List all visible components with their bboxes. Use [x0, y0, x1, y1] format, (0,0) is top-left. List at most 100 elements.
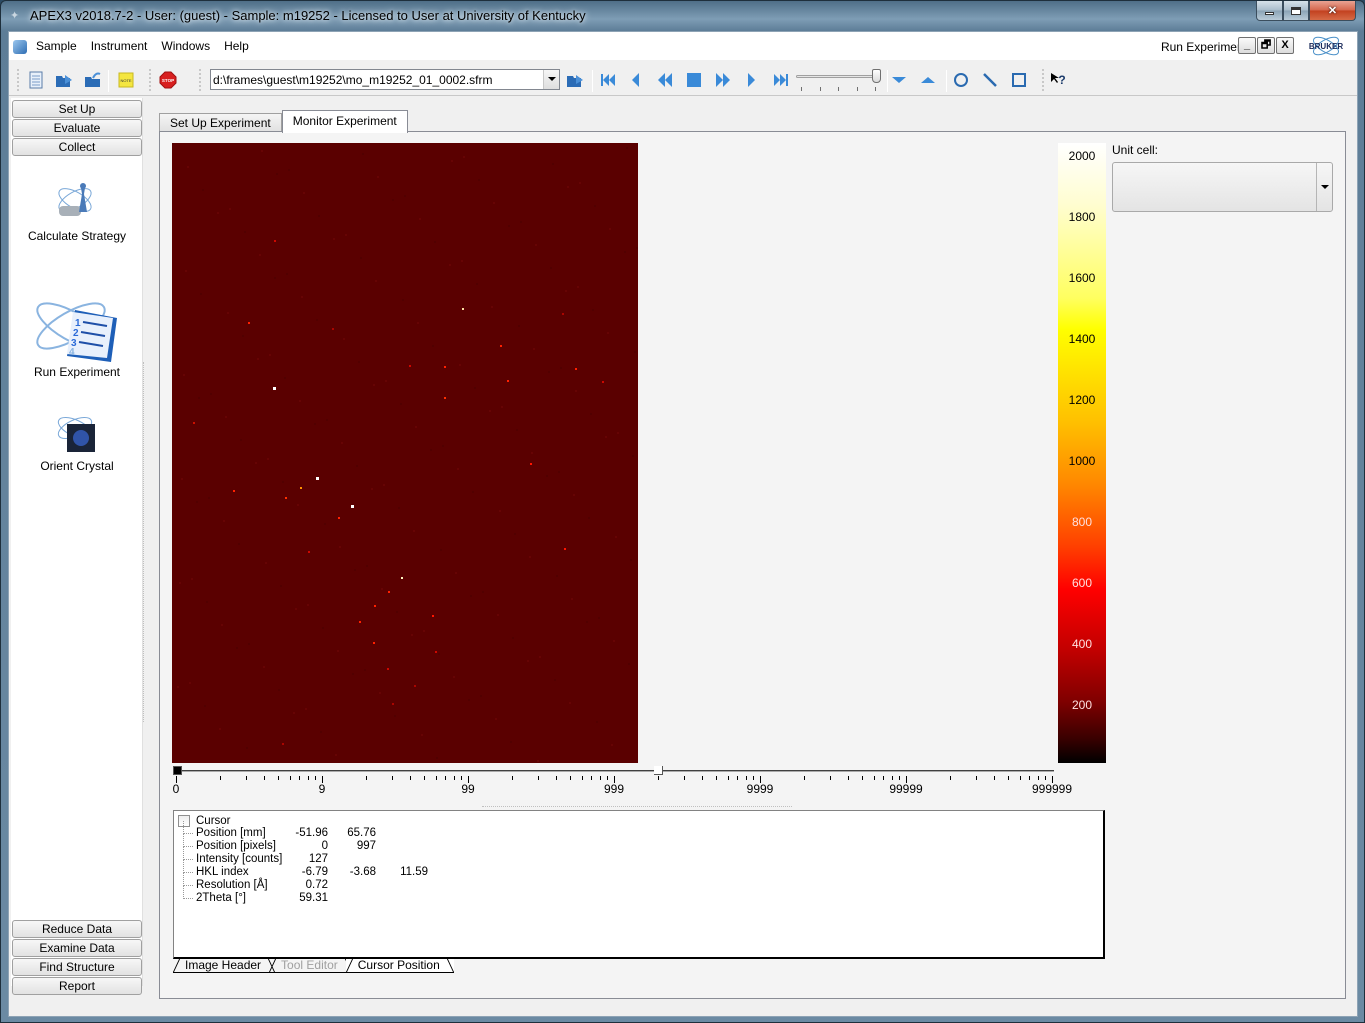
cursor-tree-row[interactable]: Intensity [counts] 127 [178, 847, 428, 866]
tool-run-experiment[interactable]: 1 2 3 4 Run Experiment [11, 288, 143, 379]
background-noise-pixel [246, 747, 248, 749]
background-noise-pixel [341, 442, 343, 444]
menu-instrument[interactable]: Instrument [84, 39, 155, 53]
window-maximize-button[interactable] [1283, 1, 1309, 21]
cursor-tree-row[interactable]: 2Theta [°] 59.31 [178, 886, 428, 905]
unit-cell-dropdown-button[interactable] [1316, 163, 1332, 211]
nav-find-structure-button[interactable]: Find Structure [12, 958, 142, 976]
background-noise-pixel [626, 147, 628, 149]
nav-report-button[interactable]: Report [12, 977, 142, 995]
rewind-icon[interactable] [656, 71, 674, 89]
open-recent-folder-icon[interactable] [84, 71, 102, 89]
previous-frame-icon[interactable] [627, 71, 645, 89]
nav-evaluate-button[interactable]: Evaluate [12, 119, 142, 137]
first-frame-icon[interactable] [599, 71, 617, 89]
cursor-checkbox[interactable] [178, 814, 190, 827]
tab-set-up-experiment[interactable]: Set Up Experiment [159, 113, 282, 132]
background-noise-pixel [295, 608, 297, 610]
nav-examine-data-button[interactable]: Examine Data [12, 939, 142, 957]
cursor-field-value: 0.72 [305, 879, 328, 891]
frame-path-combobox[interactable] [210, 69, 560, 90]
window-close-button[interactable]: ✕ [1309, 1, 1356, 21]
decrease-icon[interactable] [890, 71, 908, 89]
menu-help[interactable]: Help [217, 39, 256, 53]
diffraction-spot [332, 328, 334, 330]
toolbar-separator [592, 70, 593, 92]
next-frame-icon[interactable] [743, 71, 761, 89]
nav-set-up-button[interactable]: Set Up [12, 100, 142, 118]
mdi-minimize-button[interactable]: _ [1238, 37, 1256, 54]
circle-tool-icon[interactable] [952, 71, 970, 89]
maximize-icon [1291, 6, 1301, 15]
stop-icon[interactable]: STOP [159, 71, 177, 89]
background-noise-pixel [293, 712, 295, 714]
nav-reduce-data-button[interactable]: Reduce Data [12, 920, 142, 938]
toolbar-grip[interactable] [199, 69, 202, 91]
background-noise-pixel [590, 413, 592, 415]
cursor-tree-row[interactable]: HKL index -6.79 -3.68 11.59 [178, 860, 428, 879]
monitor-experiment-content: 2000 1800 1600 1400 1200 1000 800 600 400 200 Uni… [159, 131, 1346, 999]
toolbar-grip[interactable] [1042, 69, 1045, 91]
tab-monitor-experiment[interactable]: Monitor Experiment [281, 110, 408, 133]
note-icon[interactable]: NOTE [117, 71, 135, 89]
background-noise-pixel [280, 585, 282, 587]
frame-path-dropdown-button[interactable] [543, 70, 559, 89]
background-noise-pixel [326, 419, 328, 421]
tab-image-header[interactable]: Image Header [173, 959, 276, 973]
background-noise-pixel [394, 715, 396, 717]
stop-playback-icon[interactable] [685, 71, 703, 89]
background-noise-pixel [548, 371, 550, 373]
frame-slider-track[interactable] [796, 75, 876, 78]
scale-max-handle[interactable] [654, 766, 663, 775]
cursor-tree-row[interactable]: Resolution [Å] 0.72 [178, 873, 428, 892]
scale-minor-tick [829, 776, 831, 780]
last-frame-icon[interactable] [772, 71, 790, 89]
open-folder-icon[interactable] [55, 71, 73, 89]
mdi-close-button[interactable]: X [1276, 37, 1294, 54]
background-noise-pixel [402, 299, 404, 301]
tab-cursor-position[interactable]: Cursor Position [345, 959, 454, 973]
increase-icon[interactable] [919, 71, 937, 89]
system-menu-icon[interactable] [13, 40, 27, 54]
background-noise-pixel [432, 345, 434, 347]
tool-orient-crystal[interactable]: Orient Crystal [11, 408, 143, 473]
diffraction-spot [273, 387, 276, 390]
new-document-icon[interactable] [27, 71, 45, 89]
diffraction-frame-image[interactable] [172, 143, 638, 763]
scale-min-handle[interactable] [173, 766, 182, 775]
menu-sample[interactable]: Sample [29, 39, 84, 53]
scale-track[interactable] [178, 770, 1054, 772]
tab-tool-editor[interactable]: Tool Editor [269, 959, 352, 973]
open-frame-icon[interactable] [566, 71, 584, 89]
line-tool-icon[interactable] [981, 71, 999, 89]
background-noise-pixel [497, 614, 499, 616]
cursor-tree-row[interactable]: Position [mm] -51.96 65.76 [178, 821, 428, 840]
unit-cell-combobox[interactable] [1112, 162, 1333, 212]
fast-forward-icon[interactable] [714, 71, 732, 89]
panel-splitter[interactable] [143, 362, 146, 722]
scale-minor-tick [753, 776, 755, 780]
toolbar-grip[interactable] [17, 69, 20, 91]
background-noise-pixel [436, 757, 438, 759]
title-bar[interactable]: ✦ APEX3 v2018.7-2 - User: (guest) - Samp… [1, 1, 1364, 31]
frame-slider[interactable] [796, 68, 884, 92]
rectangle-tool-icon[interactable] [1010, 71, 1028, 89]
mdi-restore-button[interactable]: 🗗 [1257, 37, 1275, 54]
background-noise-pixel [588, 517, 590, 519]
frame-slider-thumb[interactable] [872, 69, 881, 83]
background-noise-pixel [480, 695, 482, 697]
frame-path-input[interactable] [213, 72, 539, 87]
background-noise-pixel [499, 510, 501, 512]
background-noise-pixel [257, 358, 259, 360]
background-noise-pixel [206, 601, 208, 603]
tool-calculate-strategy[interactable]: Calculate Strategy [11, 178, 143, 243]
background-noise-pixel [337, 650, 339, 652]
menu-windows[interactable]: Windows [154, 39, 217, 53]
window-minimize-button[interactable] [1256, 1, 1283, 21]
cursor-tree-row[interactable]: Position [pixels] 0 997 [178, 834, 428, 853]
intensity-scale-slider[interactable]: 0 9 99 999 9999 99999 999999 [172, 766, 1072, 806]
context-help-icon[interactable]: ? [1049, 71, 1067, 89]
panel-splitter[interactable] [482, 806, 792, 808]
toolbar-grip[interactable] [149, 69, 152, 91]
nav-collect-button[interactable]: Collect [12, 138, 142, 156]
